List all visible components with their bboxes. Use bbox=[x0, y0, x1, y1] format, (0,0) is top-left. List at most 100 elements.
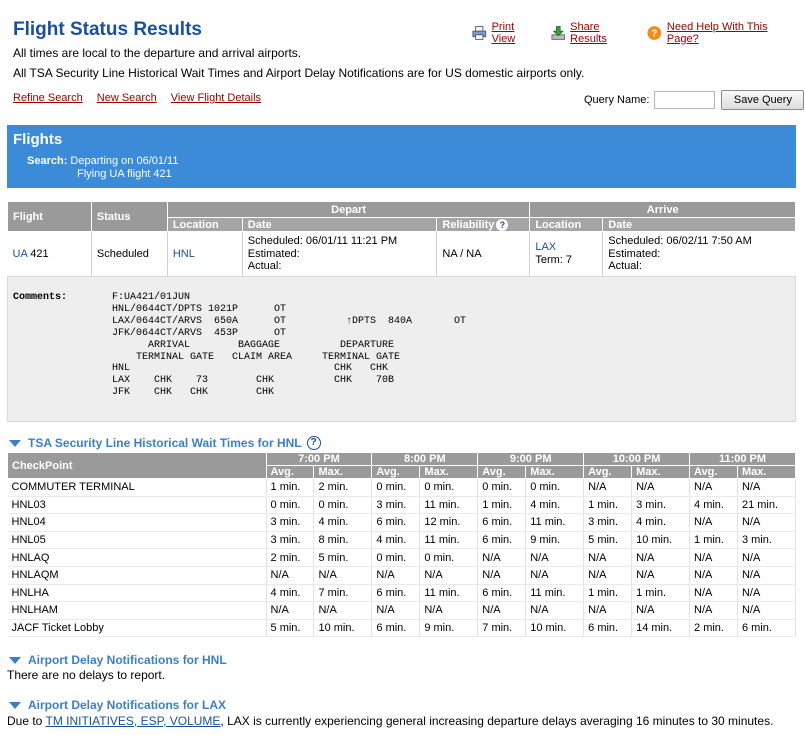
collapse-triangle-icon bbox=[9, 439, 21, 447]
tsa-section-heading[interactable]: TSA Security Line Historical Wait Times … bbox=[9, 436, 321, 450]
new-search-link[interactable]: New Search bbox=[97, 92, 157, 104]
wait-time-cell: N/A bbox=[631, 478, 691, 497]
table-row: HNLAQ 2 min. 5 min. 0 min. 0 min. N/A N/A N/A N/… bbox=[7, 548, 797, 567]
wait-time-cell: N/A bbox=[477, 601, 527, 620]
col-arr-date: Date bbox=[602, 217, 796, 232]
arr-terminal: Term: 7 bbox=[535, 253, 573, 266]
query-bar: Query Name: Save Query bbox=[584, 90, 805, 110]
share-results-label[interactable]: Share Results bbox=[570, 21, 633, 45]
wait-time-cell: 3 min. bbox=[631, 496, 691, 515]
domestic-note: All TSA Security Line Historical Wait Ti… bbox=[13, 66, 585, 80]
table-row: HNLAQM N/A N/A N/A N/A N/A N/A N/A N/A N/A N/A bbox=[7, 566, 797, 585]
wait-time-cell: 0 min. bbox=[371, 548, 421, 567]
wait-time-cell: 10 min. bbox=[631, 531, 691, 550]
col-avg: Avg. bbox=[477, 465, 527, 479]
table-row: HNLHA 4 min. 7 min. 6 min. 11 min. 6 min. 11 m… bbox=[7, 584, 797, 603]
col-arr-location: Location bbox=[529, 217, 604, 232]
wait-time-cell: 11 min. bbox=[525, 513, 585, 532]
table-row: HNL05 3 min. 8 min. 4 min. 11 min. 6 min. 9 mi… bbox=[7, 531, 797, 550]
search-line: Search: Departing on 06/01/11 bbox=[27, 155, 178, 167]
wait-time-cell: N/A bbox=[631, 601, 691, 620]
col-avg: Avg. bbox=[265, 465, 315, 479]
col-reliability: Reliability? bbox=[436, 217, 531, 232]
wait-time-cell: N/A bbox=[689, 513, 738, 532]
wait-time-cell: 6 min. bbox=[371, 584, 421, 603]
wait-time-cell: 3 min. bbox=[583, 513, 633, 532]
view-flight-details-link[interactable]: View Flight Details bbox=[171, 92, 261, 104]
wait-time-cell: 1 min. bbox=[266, 478, 315, 497]
col-time: 7:00 PM bbox=[265, 452, 373, 466]
wait-time-cell: 6 min. bbox=[371, 619, 421, 638]
wait-time-cell: 4 min. bbox=[266, 584, 315, 603]
collapse-triangle-icon bbox=[9, 656, 21, 664]
col-dep-date: Date bbox=[241, 217, 438, 232]
delay-hnl-heading[interactable]: Airport Delay Notifications for HNL bbox=[9, 653, 227, 667]
col-arrive: Arrive bbox=[529, 201, 796, 218]
search-departing: Departing on 06/01/11 bbox=[70, 155, 179, 167]
help-icon: ? bbox=[647, 26, 662, 40]
arr-estimated: Estimated: bbox=[608, 247, 661, 260]
wait-time-cell: 6 min. bbox=[477, 531, 527, 550]
wait-time-cell: 3 min. bbox=[371, 496, 421, 515]
wait-time-cell: N/A bbox=[525, 548, 585, 567]
save-query-button[interactable]: Save Query bbox=[721, 90, 805, 110]
col-time: 9:00 PM bbox=[477, 452, 585, 466]
nav-links: Refine Search New Search View Flight Det… bbox=[13, 92, 272, 104]
top-links: Print View Share Results ? Need Help Wit… bbox=[472, 21, 805, 45]
table-row: HNL04 3 min. 4 min. 6 min. 12 min. 6 min. 11 m… bbox=[7, 513, 797, 532]
comments-text: F:UA421/01JUN HNL/0644CT/DPTS 1021P OT L… bbox=[112, 292, 467, 399]
search-label: Search: bbox=[27, 155, 68, 167]
wait-time-cell: N/A bbox=[419, 601, 479, 620]
col-time: 10:00 PM bbox=[583, 452, 691, 466]
reliability-label: Reliability bbox=[442, 218, 495, 231]
wait-time-cell: 4 min. bbox=[525, 496, 585, 515]
wait-time-cell: 1 min. bbox=[689, 531, 738, 550]
delay-reason-link[interactable]: TM INITIATIVES, ESP, VOLUME bbox=[45, 714, 220, 728]
delay-lax-heading-text: Airport Delay Notifications for LAX bbox=[28, 698, 227, 712]
col-flight: Flight bbox=[7, 201, 92, 232]
help-label[interactable]: Need Help With This Page? bbox=[667, 21, 791, 45]
refine-search-link[interactable]: Refine Search bbox=[13, 92, 83, 104]
col-checkpoint: CheckPoint bbox=[7, 452, 267, 479]
col-max: Max. bbox=[525, 465, 585, 479]
wait-time-cell: 0 min. bbox=[419, 478, 479, 497]
flights-heading: Flights bbox=[13, 131, 63, 148]
col-dep-location: Location bbox=[166, 217, 243, 232]
wait-time-cell: N/A bbox=[737, 584, 797, 603]
wait-time-cell: 8 min. bbox=[313, 531, 373, 550]
wait-time-cell: N/A bbox=[583, 601, 633, 620]
wait-time-cell: N/A bbox=[419, 566, 479, 585]
wait-time-cell: N/A bbox=[313, 601, 373, 620]
col-time: 11:00 PM bbox=[689, 452, 796, 466]
print-view-link[interactable]: Print View bbox=[472, 21, 537, 45]
tsa-help-icon[interactable]: ? bbox=[306, 436, 321, 450]
wait-time-cell: N/A bbox=[689, 584, 738, 603]
wait-time-cell: 11 min. bbox=[525, 584, 585, 603]
wait-time-cell: 5 min. bbox=[266, 619, 315, 638]
wait-time-cell: 9 min. bbox=[525, 531, 585, 550]
print-view-label[interactable]: Print View bbox=[492, 21, 537, 45]
wait-time-cell: N/A bbox=[525, 566, 585, 585]
dep-airport-link[interactable]: HNL bbox=[173, 248, 195, 260]
wait-time-cell: N/A bbox=[737, 478, 797, 497]
help-link[interactable]: ? Need Help With This Page? bbox=[647, 21, 791, 45]
wait-time-cell: N/A bbox=[631, 548, 691, 567]
checkpoint-name: HNLHA bbox=[7, 584, 267, 603]
flight-number: 421 bbox=[30, 247, 49, 260]
wait-time-cell: N/A bbox=[689, 478, 738, 497]
airline-link[interactable]: UA bbox=[13, 248, 28, 260]
flights-table: Flight Status Depart Arrive Location Dat… bbox=[7, 201, 796, 276]
share-results-link[interactable]: Share Results bbox=[551, 21, 634, 45]
wait-time-cell: N/A bbox=[266, 566, 315, 585]
wait-time-cell: 10 min. bbox=[525, 619, 585, 638]
delay-lax-prefix: Due to bbox=[7, 714, 46, 728]
checkpoint-name: HNL03 bbox=[7, 496, 267, 515]
svg-text:?: ? bbox=[652, 29, 658, 40]
query-name-input[interactable] bbox=[654, 91, 716, 109]
arr-airport-link[interactable]: LAX bbox=[535, 241, 597, 254]
col-max: Max. bbox=[631, 465, 691, 479]
reliability-help-icon[interactable]: ? bbox=[496, 218, 509, 231]
delay-lax-heading[interactable]: Airport Delay Notifications for LAX bbox=[9, 698, 226, 712]
wait-time-cell: 9 min. bbox=[419, 619, 479, 638]
local-time-note: All times are local to the departure and… bbox=[13, 46, 302, 60]
